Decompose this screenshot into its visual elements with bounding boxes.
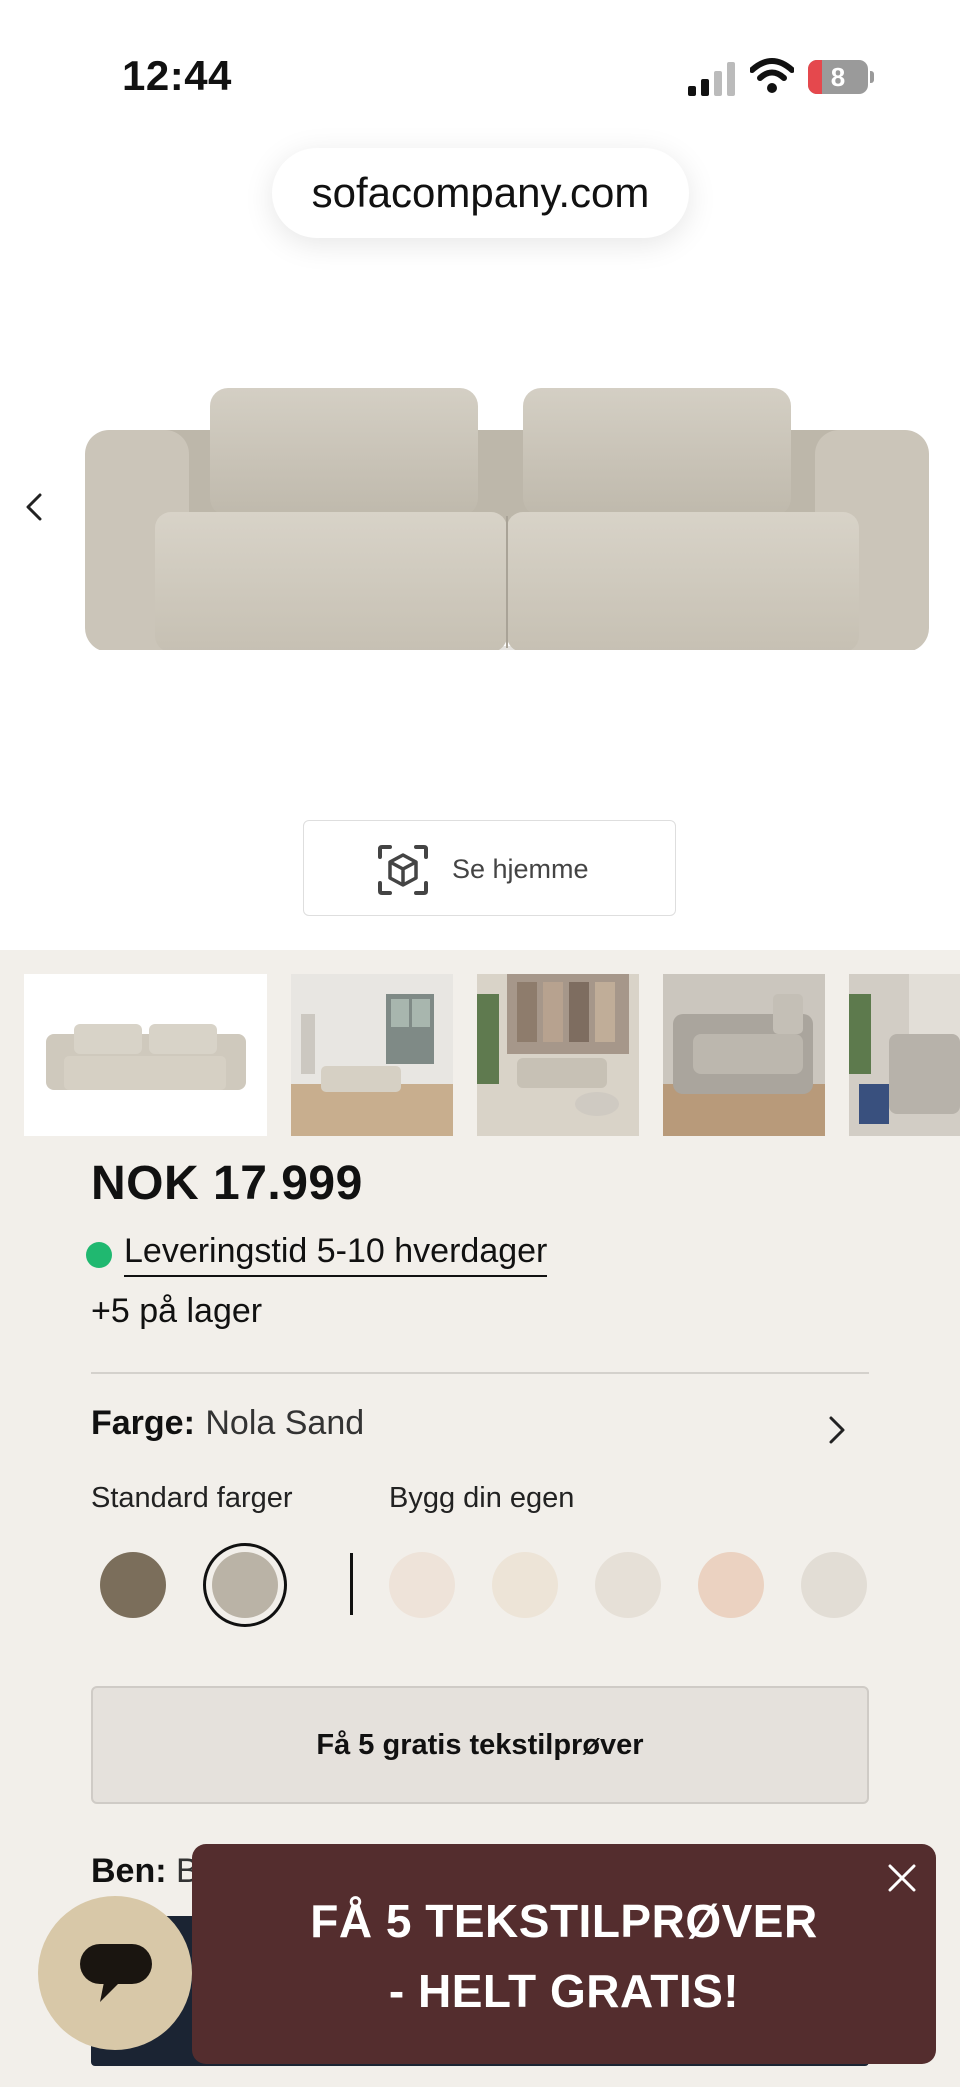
swatch-standard-1[interactable] — [100, 1552, 166, 1618]
cellular-signal-icon — [688, 62, 735, 96]
legs-label: Ben: — [91, 1852, 167, 1890]
color-value: Nola Sand — [205, 1404, 365, 1442]
battery-level: 8 — [830, 62, 846, 92]
thumbnail-room-3[interactable] — [663, 974, 825, 1136]
chevron-right-icon — [829, 1416, 845, 1444]
standard-colors-label: Standard farger — [91, 1482, 293, 1514]
thumbnail-strip[interactable] — [24, 974, 960, 1136]
chat-bubble-icon — [80, 1944, 152, 2002]
wifi-icon — [750, 58, 794, 93]
status-bar: 12:44 8 — [0, 0, 960, 150]
swatch-separator — [350, 1553, 353, 1615]
product-hero-image — [0, 280, 960, 650]
legs-selector[interactable]: Ben: B — [91, 1852, 199, 1891]
see-at-home-button[interactable]: Se hjemme — [303, 820, 676, 916]
promo-subheadline: - HELT GRATIS! — [388, 1965, 740, 2017]
swatch-custom-2[interactable] — [492, 1552, 558, 1618]
swatch-custom-1[interactable] — [389, 1552, 455, 1618]
battery-icon: 8 — [808, 60, 874, 94]
ar-cube-icon — [378, 845, 428, 895]
custom-colors-label: Bygg din egen — [389, 1482, 575, 1514]
url-bar[interactable]: sofacompany.com — [272, 148, 689, 238]
thumbnail-room-2[interactable] — [477, 974, 639, 1136]
chevron-left-icon[interactable] — [20, 487, 50, 527]
free-samples-button[interactable]: Få 5 gratis tekstilprøver — [91, 1686, 869, 1804]
swatch-custom-5[interactable] — [801, 1552, 867, 1618]
thumbnail-room-1[interactable] — [291, 974, 453, 1136]
sofa-image — [85, 388, 929, 650]
thumbnail-sofa-front[interactable] — [24, 974, 267, 1136]
divider — [91, 1372, 869, 1374]
color-selector-row[interactable]: Farge: Nola Sand — [91, 1404, 869, 1454]
swatch-custom-4[interactable] — [698, 1552, 764, 1618]
promo-headline: FÅ 5 TEKSTILPRØVER — [310, 1895, 818, 1947]
thumbnail-room-4[interactable] — [849, 974, 960, 1136]
color-label: Farge: — [91, 1404, 195, 1442]
see-at-home-label: Se hjemme — [452, 854, 589, 884]
swatch-standard-2[interactable] — [212, 1552, 278, 1618]
delivery-status-dot — [86, 1242, 112, 1268]
promo-popup[interactable]: FÅ 5 TEKSTILPRØVER - HELT GRATIS! — [192, 1844, 936, 2064]
stock-status: +5 på lager — [91, 1292, 263, 1330]
delivery-time-link[interactable]: Leveringstid 5-10 hverdager — [124, 1232, 548, 1277]
swatch-custom-3[interactable] — [595, 1552, 661, 1618]
product-price: NOK 17.999 — [91, 1157, 363, 1210]
chat-button[interactable] — [38, 1896, 192, 2050]
close-icon[interactable] — [884, 1860, 920, 1896]
status-time: 12:44 — [122, 52, 232, 99]
